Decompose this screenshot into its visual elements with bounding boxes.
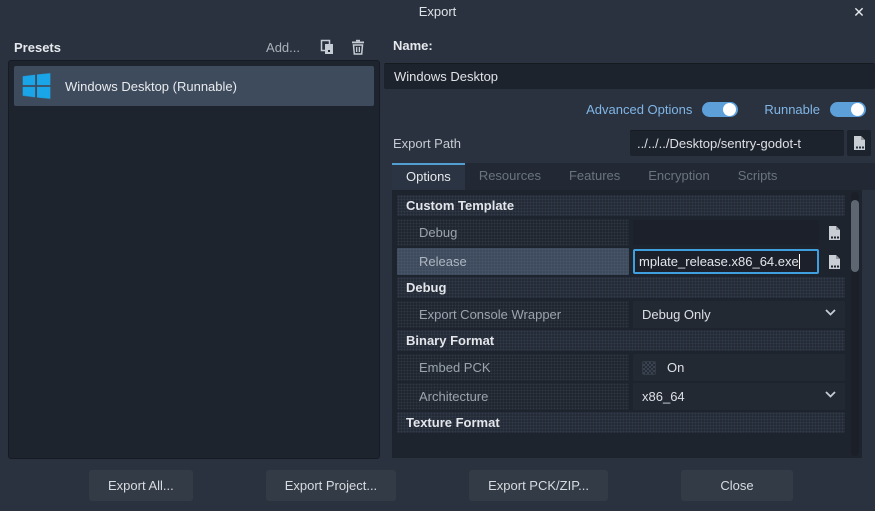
export-all-button[interactable]: Export All... — [89, 470, 193, 501]
architecture-label: Architecture — [397, 383, 629, 410]
close-icon[interactable]: ✕ — [850, 3, 868, 21]
section-debug: Debug — [397, 277, 845, 298]
debug-template-browse-button[interactable] — [819, 219, 849, 246]
dialog-title: Export — [0, 4, 875, 19]
release-template-input[interactable]: mplate_release.x86_64.exe — [633, 249, 819, 274]
advanced-options-toggle[interactable] — [702, 102, 738, 117]
runnable-label: Runnable — [764, 102, 820, 117]
advanced-options-label: Advanced Options — [586, 102, 692, 117]
name-input[interactable] — [384, 63, 875, 89]
preset-list: Windows Desktop (Runnable) — [8, 60, 380, 459]
preset-item-label: Windows Desktop (Runnable) — [65, 79, 237, 94]
file-icon — [827, 225, 842, 241]
debug-template-label: Debug — [397, 219, 629, 246]
export-tabs: Options Resources Features Encryption Sc… — [392, 163, 875, 190]
property-row-custom-template-release: Release mplate_release.x86_64.exe — [397, 248, 845, 275]
presets-title: Presets — [14, 40, 61, 55]
name-label: Name: — [393, 38, 433, 53]
chevron-down-icon — [825, 391, 836, 398]
presets-header: Presets Add... — [8, 36, 380, 58]
section-texture-format: Texture Format — [397, 412, 845, 433]
console-wrapper-dropdown[interactable]: Debug Only — [633, 301, 845, 328]
runnable-toggle[interactable] — [830, 102, 866, 117]
embed-pck-checkbox[interactable] — [642, 361, 656, 375]
file-icon — [852, 135, 867, 151]
tab-encryption[interactable]: Encryption — [634, 163, 723, 190]
property-row-architecture: Architecture x86_64 — [397, 383, 845, 410]
console-wrapper-label: Export Console Wrapper — [397, 301, 629, 328]
chevron-down-icon — [825, 309, 836, 316]
debug-template-input[interactable] — [633, 220, 819, 245]
add-preset-button[interactable]: Add... — [266, 40, 300, 55]
export-path-label: Export Path — [393, 136, 461, 151]
export-dialog: Export ✕ Presets Add... — [0, 0, 875, 511]
release-template-label: Release — [397, 248, 629, 275]
architecture-dropdown[interactable]: x86_64 — [633, 383, 845, 410]
tab-features[interactable]: Features — [555, 163, 634, 190]
tab-resources[interactable]: Resources — [465, 163, 555, 190]
property-row-console-wrapper: Export Console Wrapper Debug Only — [397, 301, 845, 328]
close-button[interactable]: Close — [681, 470, 793, 501]
options-scrollbar — [851, 192, 859, 456]
preset-item-windows-desktop[interactable]: Windows Desktop (Runnable) — [14, 66, 374, 106]
file-icon — [827, 254, 842, 270]
release-template-browse-button[interactable] — [819, 248, 849, 275]
export-path-browse-button[interactable] — [847, 130, 871, 156]
property-row-embed-pck: Embed PCK On — [397, 354, 845, 381]
options-panel: Custom Template Debug — [392, 190, 862, 458]
text-caret — [799, 254, 800, 269]
embed-pck-label: Embed PCK — [397, 354, 629, 381]
property-row-custom-template-debug: Debug — [397, 219, 845, 246]
scrollbar-thumb[interactable] — [851, 200, 859, 272]
windows-logo-icon — [22, 71, 52, 100]
export-pck-zip-button[interactable]: Export PCK/ZIP... — [469, 470, 608, 501]
section-binary-format: Binary Format — [397, 330, 845, 351]
toggles-row: Advanced Options Runnable — [384, 99, 866, 119]
section-custom-template: Custom Template — [397, 195, 845, 216]
export-project-button[interactable]: Export Project... — [266, 470, 396, 501]
duplicate-preset-icon[interactable] — [318, 38, 336, 56]
export-path-input[interactable] — [630, 130, 844, 156]
delete-preset-icon[interactable] — [349, 38, 367, 56]
tab-scripts[interactable]: Scripts — [724, 163, 792, 190]
tab-options[interactable]: Options — [392, 163, 465, 190]
embed-pck-state: On — [667, 360, 684, 375]
footer-buttons: Export All... Export Project... Export P… — [0, 470, 875, 501]
